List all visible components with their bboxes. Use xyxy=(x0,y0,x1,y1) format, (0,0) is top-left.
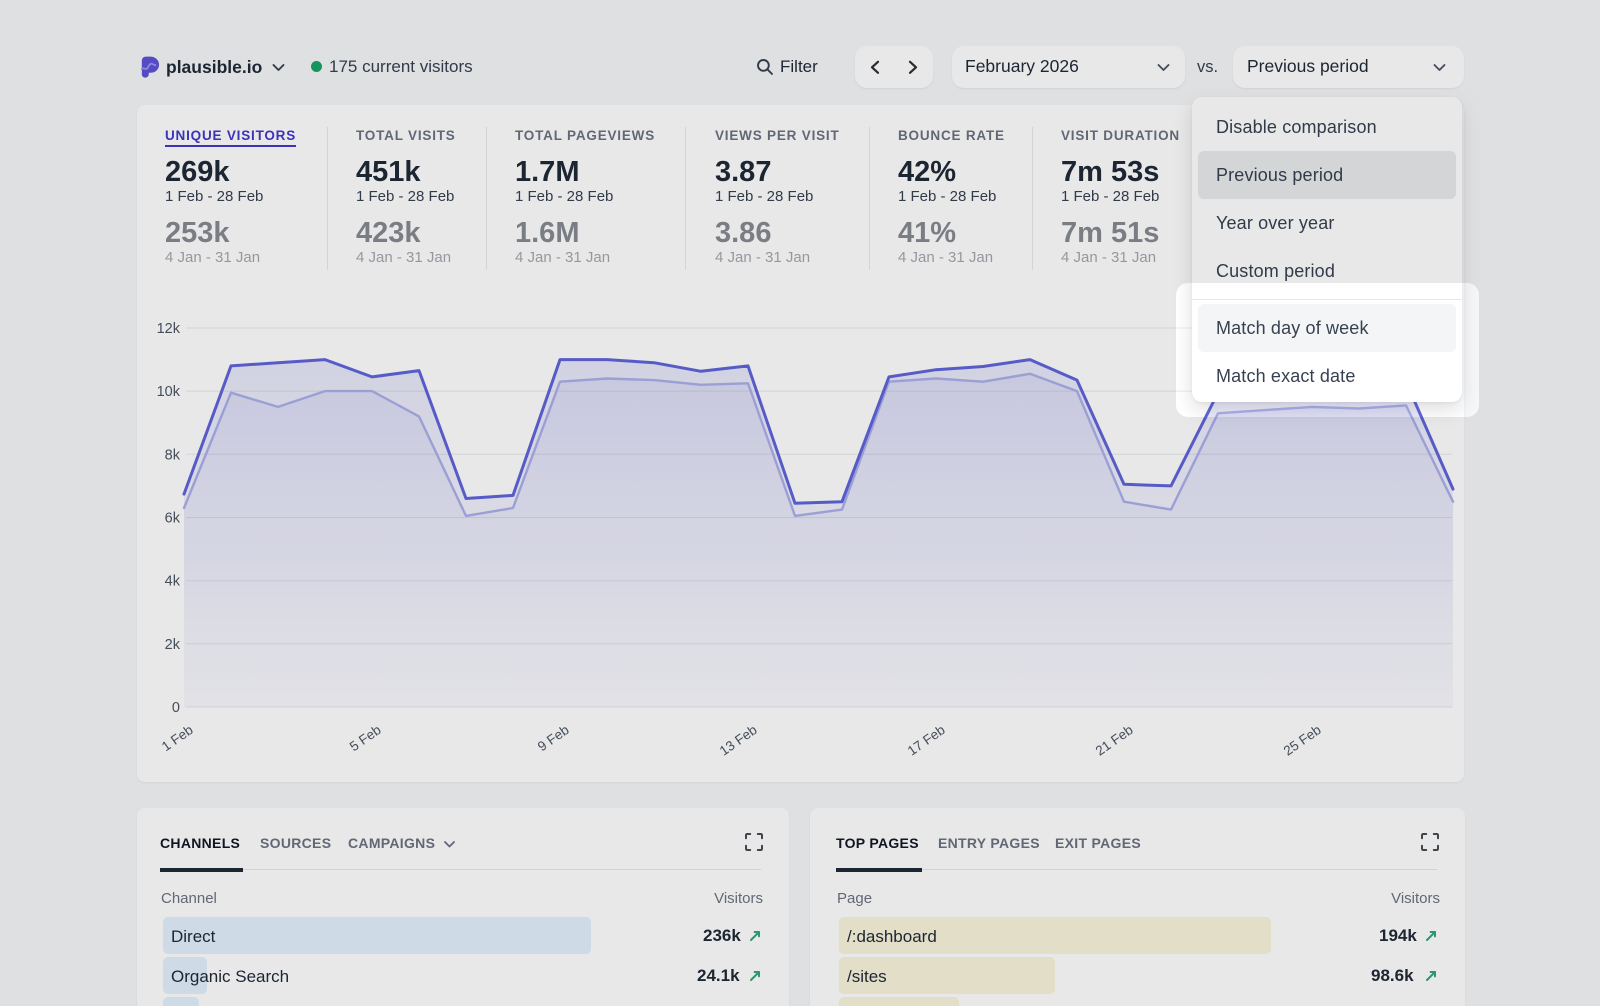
svg-text:1 Feb: 1 Feb xyxy=(159,722,196,754)
svg-text:4k: 4k xyxy=(165,574,181,590)
svg-text:6k: 6k xyxy=(165,511,181,527)
svg-text:10k: 10k xyxy=(157,384,181,400)
svg-text:5 Feb: 5 Feb xyxy=(347,722,384,754)
svg-text:13 Feb: 13 Feb xyxy=(717,722,760,758)
svg-text:9 Feb: 9 Feb xyxy=(535,722,572,754)
svg-text:2k: 2k xyxy=(165,637,181,653)
svg-text:25 Feb: 25 Feb xyxy=(1281,722,1324,758)
svg-text:8k: 8k xyxy=(165,447,181,463)
svg-text:12k: 12k xyxy=(157,321,181,337)
svg-text:0: 0 xyxy=(172,700,180,716)
svg-text:17 Feb: 17 Feb xyxy=(905,722,948,758)
svg-text:21 Feb: 21 Feb xyxy=(1093,722,1136,758)
